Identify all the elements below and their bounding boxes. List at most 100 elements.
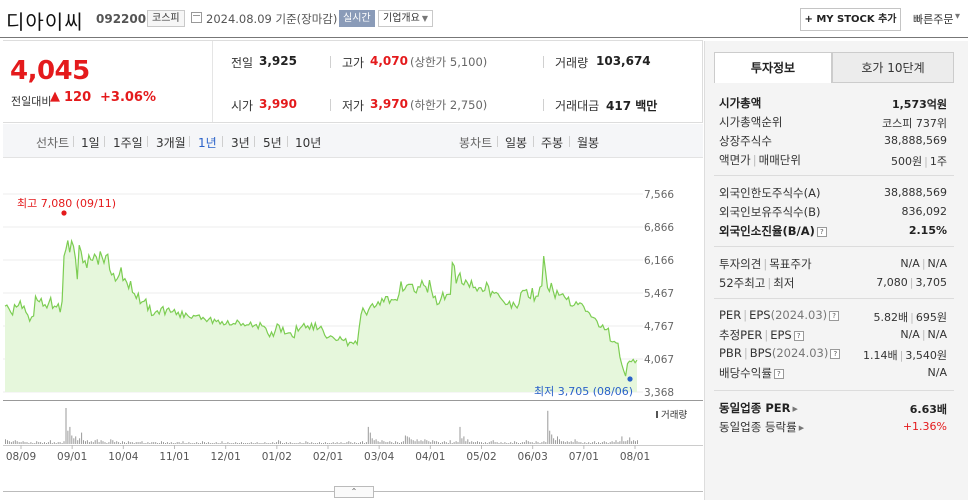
volume-bar <box>420 440 422 444</box>
company-overview-button[interactable]: 기업개요 ▼ <box>378 10 433 27</box>
realtime-button[interactable]: 실시간 <box>339 10 375 27</box>
volume-bar <box>453 442 455 444</box>
x-tick-label: 01/02 <box>262 451 292 463</box>
help-icon[interactable]: ? <box>830 348 841 359</box>
volume-bar <box>73 438 75 444</box>
volume-bar <box>629 437 631 444</box>
max-price-marker <box>61 210 67 216</box>
volume-bar <box>523 442 525 444</box>
period-separator <box>147 136 148 147</box>
volume-bar <box>471 441 473 444</box>
volume-bar <box>447 443 449 444</box>
volume-bars <box>5 408 638 444</box>
volume-bar <box>59 442 61 444</box>
volume-bar <box>467 439 469 444</box>
volume-bar <box>26 442 28 444</box>
volume-bar <box>243 443 244 444</box>
period-10y[interactable]: 10년 <box>295 134 321 151</box>
volume-bar <box>83 440 84 444</box>
volume-bar <box>539 443 541 444</box>
period-1y[interactable]: 1년 <box>198 134 217 151</box>
volume-bar <box>63 441 65 444</box>
volume-bar <box>371 438 373 444</box>
volume-bar <box>129 442 131 444</box>
volume-bar <box>492 440 494 444</box>
volume-bar <box>159 443 161 444</box>
period-separator <box>533 136 534 147</box>
opinion-value: N/A | N/A <box>900 257 947 270</box>
volume-bar <box>137 442 139 444</box>
quick-order-link[interactable]: 빠른주문 <box>913 11 953 27</box>
volume-bar <box>157 443 159 444</box>
volume-bar <box>16 441 18 444</box>
help-icon[interactable]: ? <box>816 226 827 237</box>
est-per-value: N/A | N/A <box>900 328 947 341</box>
volume-bar <box>557 436 558 444</box>
volume-bar <box>484 442 486 444</box>
volume-bar <box>488 442 490 444</box>
volume-bar <box>521 442 523 444</box>
volume-bar <box>352 443 354 444</box>
x-axis-ticks: 08/09 09/01 10/04 11/01 12/01 01/02 02/01 03/04… <box>6 445 650 463</box>
period-3y[interactable]: 3년 <box>231 134 250 151</box>
volume-bar <box>377 441 379 444</box>
x-tick-label: 03/04 <box>364 451 395 463</box>
volume-bar <box>432 440 434 444</box>
industry-per-value: 6.63배 <box>909 403 947 416</box>
volume-bar <box>239 443 241 444</box>
volume-bar <box>124 442 125 444</box>
lower-limit-text: (하한가 2,750) <box>410 98 488 112</box>
quote-separator <box>543 56 544 68</box>
volume-bar <box>256 442 258 444</box>
market-cap-value: 1,573억원 <box>891 98 947 111</box>
max-price-label: 최고 7,080 (09/11) <box>17 197 116 210</box>
volume-bar <box>387 442 389 444</box>
industry-rate-label[interactable]: 동일업종 등락률 ▶ <box>719 419 804 435</box>
price-area <box>5 240 637 392</box>
volume-bar <box>53 442 55 444</box>
volume-bar <box>178 442 180 444</box>
candle-weekly[interactable]: 주봉 <box>541 134 563 151</box>
period-1w[interactable]: 1주일 <box>113 134 143 151</box>
volume-bar <box>96 439 98 444</box>
tab-invest-info[interactable]: 투자정보 <box>714 52 832 83</box>
period-5y[interactable]: 5년 <box>263 134 282 151</box>
volume-bar <box>401 442 402 444</box>
volume-bar <box>479 442 480 444</box>
volume-bar <box>399 443 400 444</box>
volume-bar <box>237 443 239 444</box>
candle-monthly[interactable]: 월봉 <box>577 134 599 151</box>
industry-rate-value: +1.36% <box>902 420 947 433</box>
chevron-right-icon: ▶ <box>792 404 798 413</box>
period-3m[interactable]: 3개월 <box>156 134 186 151</box>
volume-bar <box>348 441 350 444</box>
volume-bar <box>262 443 264 444</box>
period-separator <box>222 136 223 147</box>
add-my-stock-button[interactable]: + MY STOCK 추가 <box>800 8 901 31</box>
volume-bar <box>250 442 252 444</box>
volume-bar <box>200 443 202 444</box>
tab-hoga-10[interactable]: 호가 10단계 <box>832 52 954 83</box>
volume-bar <box>323 443 324 444</box>
collapse-chart-button[interactable]: ⌃ <box>334 486 374 498</box>
period-1d[interactable]: 1일 <box>81 134 100 151</box>
volume-bar <box>379 442 381 444</box>
help-icon[interactable]: ? <box>793 330 804 341</box>
open-label: 시가 <box>231 99 254 113</box>
volume-bar <box>514 441 516 444</box>
volume-bar <box>520 443 521 444</box>
volume-bar <box>402 441 404 444</box>
volume-bar <box>180 443 182 444</box>
chevron-down-icon[interactable]: ▾ <box>955 11 960 22</box>
volume-bar <box>79 438 81 444</box>
help-icon[interactable]: ? <box>829 310 840 321</box>
volume-bar <box>289 442 291 444</box>
industry-per-label[interactable]: 동일업종 PER ▶ <box>719 400 798 416</box>
volume-bar <box>213 443 215 444</box>
volume-bar <box>362 441 363 444</box>
help-icon[interactable]: ? <box>773 368 784 379</box>
cap-rank-value: 코스피 737위 <box>882 117 947 130</box>
candle-daily[interactable]: 일봉 <box>505 134 527 151</box>
week52-label: 52주최고 | 최저 <box>719 276 795 290</box>
volume-bar <box>443 441 445 444</box>
